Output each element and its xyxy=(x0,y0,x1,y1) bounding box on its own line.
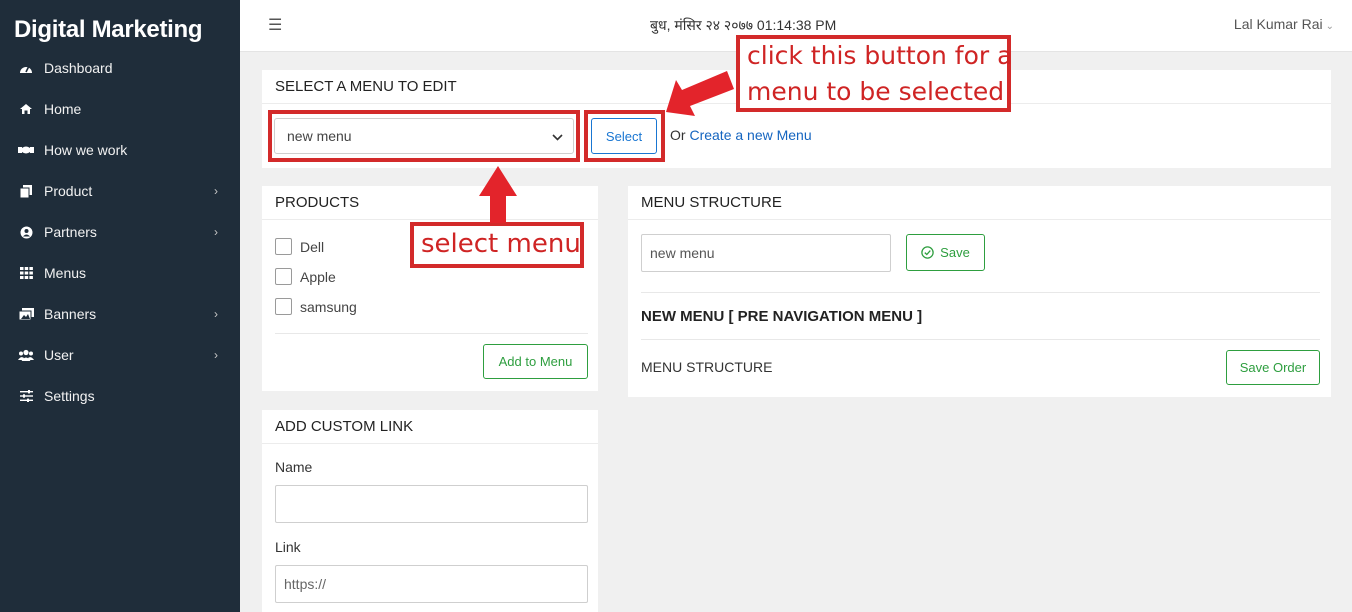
arrow-left-icon xyxy=(666,71,734,116)
annotation-arrows xyxy=(479,71,734,223)
arrow-up-icon xyxy=(479,166,517,223)
